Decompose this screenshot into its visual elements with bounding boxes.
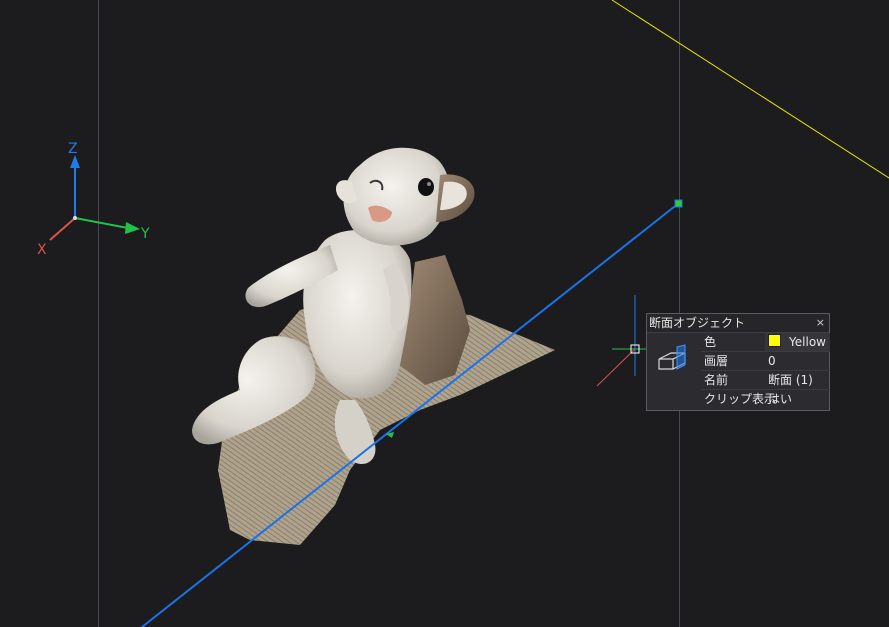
bunny-head (343, 147, 450, 246)
prop-value-color[interactable]: Yellow (765, 333, 830, 351)
axis-label-z: Z (68, 141, 78, 157)
axis-label-y: Y (140, 226, 150, 242)
axis-label-x: X (37, 242, 47, 258)
prop-value-clip-display[interactable]: はい (765, 390, 830, 408)
bunny-eye (418, 178, 434, 196)
section-object-properties-panel: 断面オブジェクト × 色 Yellow 画層 0 名前 断面 (1) クリップ表… (646, 313, 830, 411)
yellow-plane-edge (611, 0, 889, 179)
cursor-crosshair (596, 295, 646, 387)
ucs-icon: Z Y X (37, 141, 150, 258)
3d-viewport[interactable]: Z Y X 断面オブジェクト × 色 Yellow 画層 0 名前 断面 (1)… (0, 0, 889, 627)
prop-row-name[interactable]: 名前 断面 (1) (701, 371, 830, 390)
prop-value-layer[interactable]: 0 (765, 352, 830, 370)
close-icon[interactable]: × (816, 314, 825, 332)
prop-value-name[interactable]: 断面 (1) (765, 371, 830, 389)
prop-key-name: 名前 (704, 373, 729, 387)
prop-key-color: 色 (704, 335, 717, 349)
color-swatch (768, 334, 781, 347)
section-grip-top (674, 199, 683, 208)
prop-row-color[interactable]: 色 Yellow (701, 333, 830, 352)
panel-body: 色 Yellow 画層 0 名前 断面 (1) クリップ表示 はい (647, 333, 830, 411)
section-plane-icon (658, 344, 686, 370)
panel-header: 断面オブジェクト × (647, 314, 829, 333)
prop-key-clip-display: クリップ表示 (704, 392, 777, 406)
prop-row-clip-display[interactable]: クリップ表示 はい (701, 390, 830, 408)
panel-title: 断面オブジェクト (649, 316, 746, 330)
prop-row-layer[interactable]: 画層 0 (701, 352, 830, 371)
prop-key-layer: 画層 (704, 354, 729, 368)
